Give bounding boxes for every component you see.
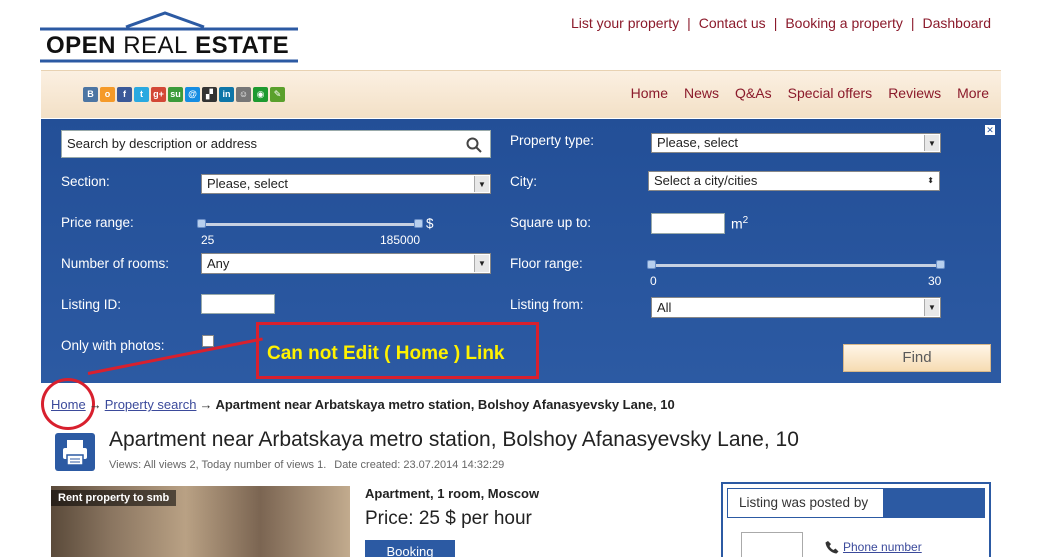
section-value: Please, select [207,176,288,191]
contact-us-link[interactable]: Contact us [699,15,766,31]
price-currency: $ [426,216,434,231]
price-max-handle[interactable] [414,219,423,228]
phone-icon [825,541,839,554]
square-input[interactable] [651,213,725,234]
site-logo[interactable]: OPEN REAL ESTATE [40,10,302,64]
vk-icon[interactable]: B [83,87,98,102]
nav-home[interactable]: Home [631,85,668,101]
google-plus-icon[interactable]: g+ [151,87,166,102]
listing-id-label: Listing ID: [61,297,122,312]
price-min: 25 [201,233,215,247]
delicious-icon[interactable]: ▞ [202,87,217,102]
floor-slider[interactable] [647,260,945,269]
floor-min-handle[interactable] [647,260,656,269]
section-select[interactable]: Please, select ▼ [201,174,491,194]
city-select[interactable]: Select a city/cities ⬍ [648,171,940,191]
floor-max-handle[interactable] [936,260,945,269]
posted-by-box: Listing was posted by Phone number [721,482,991,557]
nav-qas[interactable]: Q&As [735,85,772,101]
property-type-select[interactable]: Please, select ▼ [651,133,941,153]
twitter-icon[interactable]: t [134,87,149,102]
chevron-down-icon: ▼ [924,135,939,151]
date-created: Date created: 23.07.2014 14:32:29 [334,459,505,471]
avatar [741,532,803,557]
nav-more[interactable]: More [957,85,989,101]
price-slider[interactable] [197,219,423,228]
rooms-value: Any [207,256,230,271]
only-photos-checkbox[interactable] [202,335,214,347]
search-placeholder: Search by description or address [67,136,258,151]
main-nav: Home News Q&As Special offers Reviews Mo… [631,85,989,101]
chevron-down-icon: ▼ [924,299,939,316]
city-label: City: [510,174,537,189]
price-max: 185000 [380,233,421,247]
find-button[interactable]: Find [843,344,991,372]
facebook-icon[interactable]: f [117,87,132,102]
listing-price: Price: 25 $ per hour [365,508,532,529]
annotation-text: Can not Edit ( Home ) Link [267,343,505,364]
nav-special-offers[interactable]: Special offers [788,85,873,101]
moi-mir-icon[interactable]: @ [185,87,200,102]
breadcrumb-search-link[interactable]: Property search [105,397,197,412]
listing-from-value: All [657,300,672,315]
chevron-down-icon: ▼ [474,255,489,272]
square-unit: m2 [731,215,749,232]
price-range-label: Price range: [61,215,134,230]
city-value: Select a city/cities [654,173,758,188]
close-icon[interactable]: ✕ [985,125,995,135]
property-type-value: Please, select [657,135,738,150]
property-type-label: Property type: [510,133,595,148]
booking-button[interactable]: Booking [365,540,455,557]
chevron-down-icon: ▼ [474,176,489,192]
booking-link[interactable]: Booking a property [785,15,903,31]
rooms-label: Number of rooms: [61,256,170,271]
listing-title: Apartment near Arbatskaya metro station,… [109,428,799,451]
square-label: Square up to: [510,215,592,230]
blogger-icon[interactable]: ☺ [236,87,251,102]
listing-from-select[interactable]: All ▼ [651,297,941,318]
posted-by-bar [883,488,985,518]
phone-number-link[interactable]: Phone number [843,540,922,554]
updown-icon: ⬍ [927,176,934,185]
price-min-handle[interactable] [197,219,206,228]
posted-by-tab[interactable]: Listing was posted by [727,488,883,518]
linkedin-icon[interactable]: in [219,87,234,102]
listing-id-input[interactable] [201,294,275,314]
search-input[interactable]: Search by description or address [61,130,491,158]
breadcrumb-home-link[interactable]: Home [51,397,86,412]
print-icon[interactable] [55,433,95,471]
top-links: List your property | Contact us | Booking a … [570,15,992,31]
section-label: Section: [61,174,110,189]
dashboard-link[interactable]: Dashboard [923,15,992,31]
floor-range-label: Floor range: [510,256,583,271]
photo-tag: Rent property to smb [51,490,177,506]
search-icon[interactable] [466,137,482,153]
only-photos-label: Only with photos: [61,338,165,353]
floor-min: 0 [650,274,657,288]
breadcrumb-arrow-icon: → [88,397,102,412]
floor-max: 30 [928,274,942,288]
nav-reviews[interactable]: Reviews [888,85,941,101]
listing-meta: Views: All views 2, Today number of view… [109,459,512,471]
breadcrumb-arrow-icon: → [199,397,213,412]
breadcrumb: Home → Property search → Apartment near Arba… [51,397,675,412]
odnoklassniki-icon[interactable]: о [100,87,115,102]
social-share-icons: Bо f t g+ su @ ▞ in ☺ ◉ ✎ [83,87,285,102]
listing-photo[interactable]: Rent property to smb [51,486,350,557]
property-type-summary: Apartment, 1 room, Moscow [365,486,540,501]
main-navbar: Bо f t g+ su @ ▞ in ☺ ◉ ✎ Home News Q&As Special o… [41,70,1001,118]
liveinternet-icon[interactable]: ◉ [253,87,268,102]
logo-text: OPEN REAL ESTATE [46,32,290,59]
breadcrumb-current: Apartment near Arbatskaya metro station,… [215,397,675,412]
listing-from-label: Listing from: [510,297,584,312]
livejournal-icon[interactable]: ✎ [270,87,285,102]
nav-news[interactable]: News [684,85,719,101]
stumbleupon-icon[interactable]: su [168,87,183,102]
rooms-select[interactable]: Any ▼ [201,253,491,274]
views-count: Views: All views 2, Today number of view… [109,459,327,471]
list-property-link[interactable]: List your property [571,15,679,31]
